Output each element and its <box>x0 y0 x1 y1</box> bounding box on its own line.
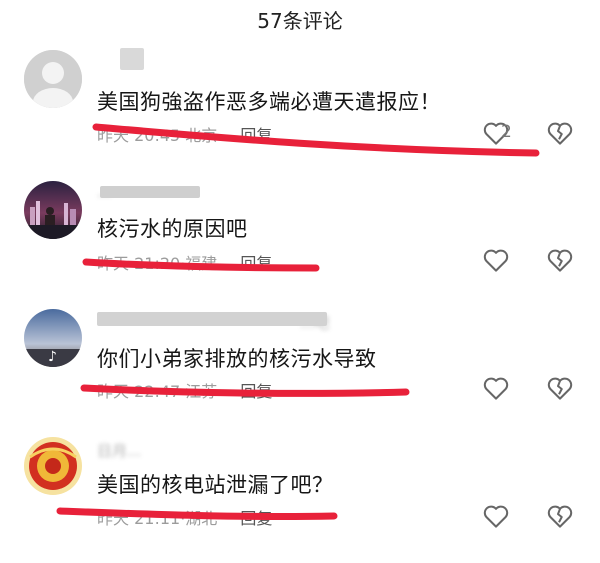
comment-meta: 昨天 22:47·江苏 回复 <box>97 382 273 401</box>
comments-header: 57条评论 <box>0 4 600 38</box>
heart-outline-icon <box>483 249 509 272</box>
comment-text: 美国的核电站泄漏了吧？ <box>97 473 334 497</box>
comments-count-title: 57条评论 <box>257 9 343 33</box>
comment-location: 北京 <box>185 126 218 145</box>
comment-location: 福建 <box>185 254 218 273</box>
comment-meta: 昨天 21:20·福建 回复 <box>97 254 273 273</box>
comment-time: 昨天 21:11 <box>97 509 181 528</box>
comment-text: 美国狗強盗作恶多端必遭天遣报应！ <box>97 90 441 114</box>
username-redacted <box>100 186 200 198</box>
comment-location: 湖北 <box>185 509 218 528</box>
username[interactable]: 日月... <box>97 440 141 461</box>
reply-button[interactable]: 回复 <box>240 126 272 145</box>
comment-time: 昨天 21:20 <box>97 254 181 273</box>
reply-button[interactable]: 回复 <box>240 382 272 401</box>
broken-heart-icon <box>547 249 573 272</box>
like-button[interactable] <box>481 501 511 531</box>
comment-meta: 昨天 20:45·北京 回复 <box>97 126 273 145</box>
comment-location: 江苏 <box>185 382 218 401</box>
dislike-button[interactable] <box>545 245 575 275</box>
dislike-button[interactable] <box>545 501 575 531</box>
avatar[interactable] <box>24 181 82 239</box>
username-redacted <box>97 312 327 326</box>
city-night-avatar-icon <box>24 181 82 239</box>
heart-outline-icon <box>483 377 509 400</box>
reply-button[interactable]: 回复 <box>240 254 272 273</box>
sky-sunset-avatar-icon: ♪ <box>24 309 82 367</box>
dislike-button[interactable] <box>545 118 575 148</box>
heart-outline-icon <box>483 505 509 528</box>
svg-text:♪: ♪ <box>48 349 57 365</box>
username-redacted <box>120 48 144 70</box>
avatar[interactable]: ♪ <box>24 309 82 367</box>
reply-button[interactable]: 回复 <box>240 509 272 528</box>
dislike-button[interactable] <box>545 373 575 403</box>
comment-text: 你们小弟家排放的核污水导致 <box>97 347 377 371</box>
broken-heart-icon <box>547 377 573 400</box>
comment-text: 核污水的原因吧 <box>97 217 248 241</box>
avatar[interactable] <box>24 50 82 108</box>
default-avatar-icon <box>24 50 82 108</box>
like-count: 2 <box>501 122 512 142</box>
broken-heart-icon <box>547 122 573 145</box>
comment-time: 昨天 20:45 <box>97 126 181 145</box>
like-button[interactable] <box>481 373 511 403</box>
broken-heart-icon <box>547 505 573 528</box>
avatar[interactable] <box>24 437 82 495</box>
red-gold-avatar-icon <box>24 437 82 495</box>
comment-time: 昨天 22:47 <box>97 382 181 401</box>
comment-meta: 昨天 21:11·湖北 回复 <box>97 509 273 528</box>
like-button[interactable] <box>481 245 511 275</box>
